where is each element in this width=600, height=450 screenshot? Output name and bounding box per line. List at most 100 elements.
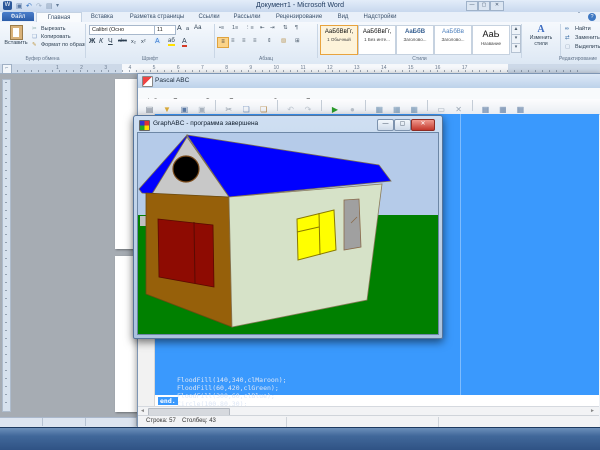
style-name: Заголово... — [403, 37, 427, 42]
underline-button[interactable]: Ч — [108, 38, 113, 45]
find-label[interactable]: Найти — [575, 26, 591, 32]
cut-label[interactable]: Вырезать — [41, 26, 65, 32]
clipboard-group-label: Буфер обмена — [25, 56, 60, 62]
window-title: Документ1 - Microsoft Word — [255, 2, 345, 9]
right-margin-line — [460, 114, 461, 395]
highlight-color-button[interactable]: аб — [168, 38, 175, 46]
style-title[interactable]: АаЬ Название — [472, 25, 510, 55]
vertical-ruler[interactable] — [2, 79, 11, 412]
italic-button[interactable]: К — [99, 38, 103, 45]
desktop: W ▣ ↶ ↷ ▤ ▾ Документ1 - Microsoft Word —… — [0, 0, 600, 450]
graphabc-minimize-button[interactable]: — — [377, 119, 394, 131]
superscript-button[interactable]: х² — [141, 39, 146, 45]
borders-button[interactable]: ⊞ — [295, 38, 300, 44]
change-styles-label: Изменить стили — [529, 35, 553, 47]
paste-button[interactable]: Вставить — [4, 24, 28, 54]
style-sample: АаБбВвГг, — [324, 29, 354, 35]
font-color-button[interactable]: А — [182, 38, 187, 47]
word-maximize-button[interactable]: ▢ — [478, 1, 490, 11]
style-heading2[interactable]: АаБбВв Заголово... — [434, 25, 472, 55]
change-case-button[interactable]: Аа — [194, 25, 201, 31]
graphabc-window: GraphABC - программа завершена — ▢ ✕ — [133, 115, 443, 339]
align-right-button[interactable]: ≡ — [242, 38, 246, 44]
decrease-indent-button[interactable]: ⇤ — [260, 25, 265, 31]
gable-circle — [172, 155, 200, 183]
style-name: 1 Без инте... — [364, 37, 390, 42]
style-sample: АаБбВвГг, — [362, 29, 392, 35]
bold-button[interactable]: Ж — [89, 38, 95, 45]
style-name: Заголово... — [441, 37, 465, 42]
pascal-title: Pascal ABC — [155, 77, 190, 84]
collapse-ribbon-icon[interactable]: ˆ — [578, 13, 580, 19]
replace-icon[interactable]: ⇄ — [565, 35, 570, 41]
multilevel-list-button[interactable]: ⋮≡ — [245, 25, 254, 31]
scroll-right-icon[interactable]: ► — [590, 408, 595, 414]
style-heading1[interactable]: АаБбВ Заголово... — [396, 25, 434, 55]
code-end-line: end. — [158, 397, 178, 405]
style-no-spacing[interactable]: АаБбВвГг, 1 Без инте... — [358, 25, 396, 55]
paragraph-group-label: Абзац — [258, 56, 274, 62]
tab-stop-selector[interactable]: ⌐ — [2, 64, 12, 74]
graphabc-close-button[interactable]: ✕ — [411, 119, 435, 131]
graphabc-canvas — [137, 132, 439, 335]
format-painter-icon[interactable]: ✎ — [32, 42, 37, 48]
align-center-button[interactable]: ≡ — [231, 38, 235, 44]
tab-insert[interactable]: Вставка — [82, 12, 122, 21]
sort-button[interactable]: ⇅ — [283, 25, 288, 31]
select-icon[interactable]: ▢ — [565, 44, 570, 50]
replace-label[interactable]: Заменить — [575, 35, 600, 41]
font-group-label: Шрифт — [141, 56, 159, 62]
style-normal[interactable]: АаБбВвГг, 1 Обычный — [320, 25, 358, 55]
tab-mailings[interactable]: Рассылки — [226, 12, 268, 21]
increase-indent-button[interactable]: ⇥ — [270, 25, 275, 31]
copy-label[interactable]: Копировать — [41, 34, 71, 40]
style-name: Название — [480, 41, 502, 46]
pascal-toolbar: ▤ ▼ ▣ ▣ ✂ ❏ ❏ ↶ ↷ ▶ ● ▦ ▦ ▦ ▭ ✕ ▦ ▦ ▦ — [138, 99, 600, 115]
font-name-select[interactable]: Calibri (Осно — [89, 25, 155, 35]
pilcrow-button[interactable]: ¶ — [295, 25, 298, 31]
tab-page-layout[interactable]: Разметка страницы — [122, 12, 192, 21]
paste-label: Вставить — [4, 40, 28, 46]
cut-icon[interactable]: ✂ — [32, 26, 37, 32]
bullets-button[interactable]: •≡ — [219, 25, 224, 31]
tab-references[interactable]: Ссылки — [192, 12, 226, 21]
tab-home[interactable]: Главная — [36, 12, 82, 22]
graphabc-titlebar[interactable]: GraphABC - программа завершена — ▢ ✕ — [134, 116, 442, 132]
shrink-font-button[interactable]: а — [186, 26, 189, 32]
select-label[interactable]: Выделить — [575, 44, 600, 50]
line-spacing-button[interactable]: ⇕ — [267, 38, 272, 44]
word-minimize-button[interactable]: — — [466, 1, 478, 11]
pascal-titlebar[interactable]: Pascal ABC — [138, 74, 600, 88]
help-icon[interactable]: ? — [588, 13, 596, 21]
numbering-button[interactable]: 1≡ — [232, 25, 238, 31]
grow-font-button[interactable]: А — [177, 25, 182, 32]
font-size-select[interactable]: 11 — [154, 25, 176, 35]
graphabc-app-icon — [139, 120, 150, 131]
find-icon[interactable]: ∞ — [565, 26, 569, 32]
shading-button[interactable]: ▨ — [281, 38, 286, 44]
house-drawing — [138, 133, 438, 334]
styles-group-label: Стили — [412, 56, 427, 62]
tab-addins[interactable]: Надстройки — [356, 12, 404, 21]
tab-review[interactable]: Рецензирование — [268, 12, 330, 21]
subscript-button[interactable]: х₂ — [131, 39, 136, 45]
taskbar: P W Я R ABC EN ▲ 14:41 18.04.2014 — [0, 427, 600, 450]
styles-gallery-more-icon[interactable]: ▾ — [511, 43, 521, 53]
scroll-left-icon[interactable]: ◄ — [140, 408, 145, 414]
word-close-button[interactable]: ✕ — [490, 1, 504, 11]
change-styles-button[interactable]: A Изменить стили — [524, 24, 558, 54]
code-line: FloodFill(60,420,clGreen); — [177, 384, 279, 392]
graphabc-title: GraphABC - программа завершена — [153, 120, 259, 127]
copy-icon[interactable]: ❏ — [32, 34, 37, 40]
align-left-button[interactable]: ≡ — [217, 37, 229, 48]
justify-button[interactable]: ≡ — [253, 38, 257, 44]
style-name: 1 Обычный — [327, 37, 351, 42]
text-effects-button[interactable]: А — [155, 38, 160, 45]
graphabc-maximize-button[interactable]: ▢ — [394, 119, 411, 131]
tab-view[interactable]: Вид — [330, 12, 356, 21]
editing-group-label: Редактирование — [558, 56, 598, 62]
cursor-line-indicator: Строка: 57 — [146, 418, 176, 424]
tab-file[interactable]: Файл — [2, 12, 34, 21]
strikethrough-button[interactable]: abc — [118, 38, 127, 44]
format-painter-label[interactable]: Формат по образцу — [41, 42, 85, 48]
